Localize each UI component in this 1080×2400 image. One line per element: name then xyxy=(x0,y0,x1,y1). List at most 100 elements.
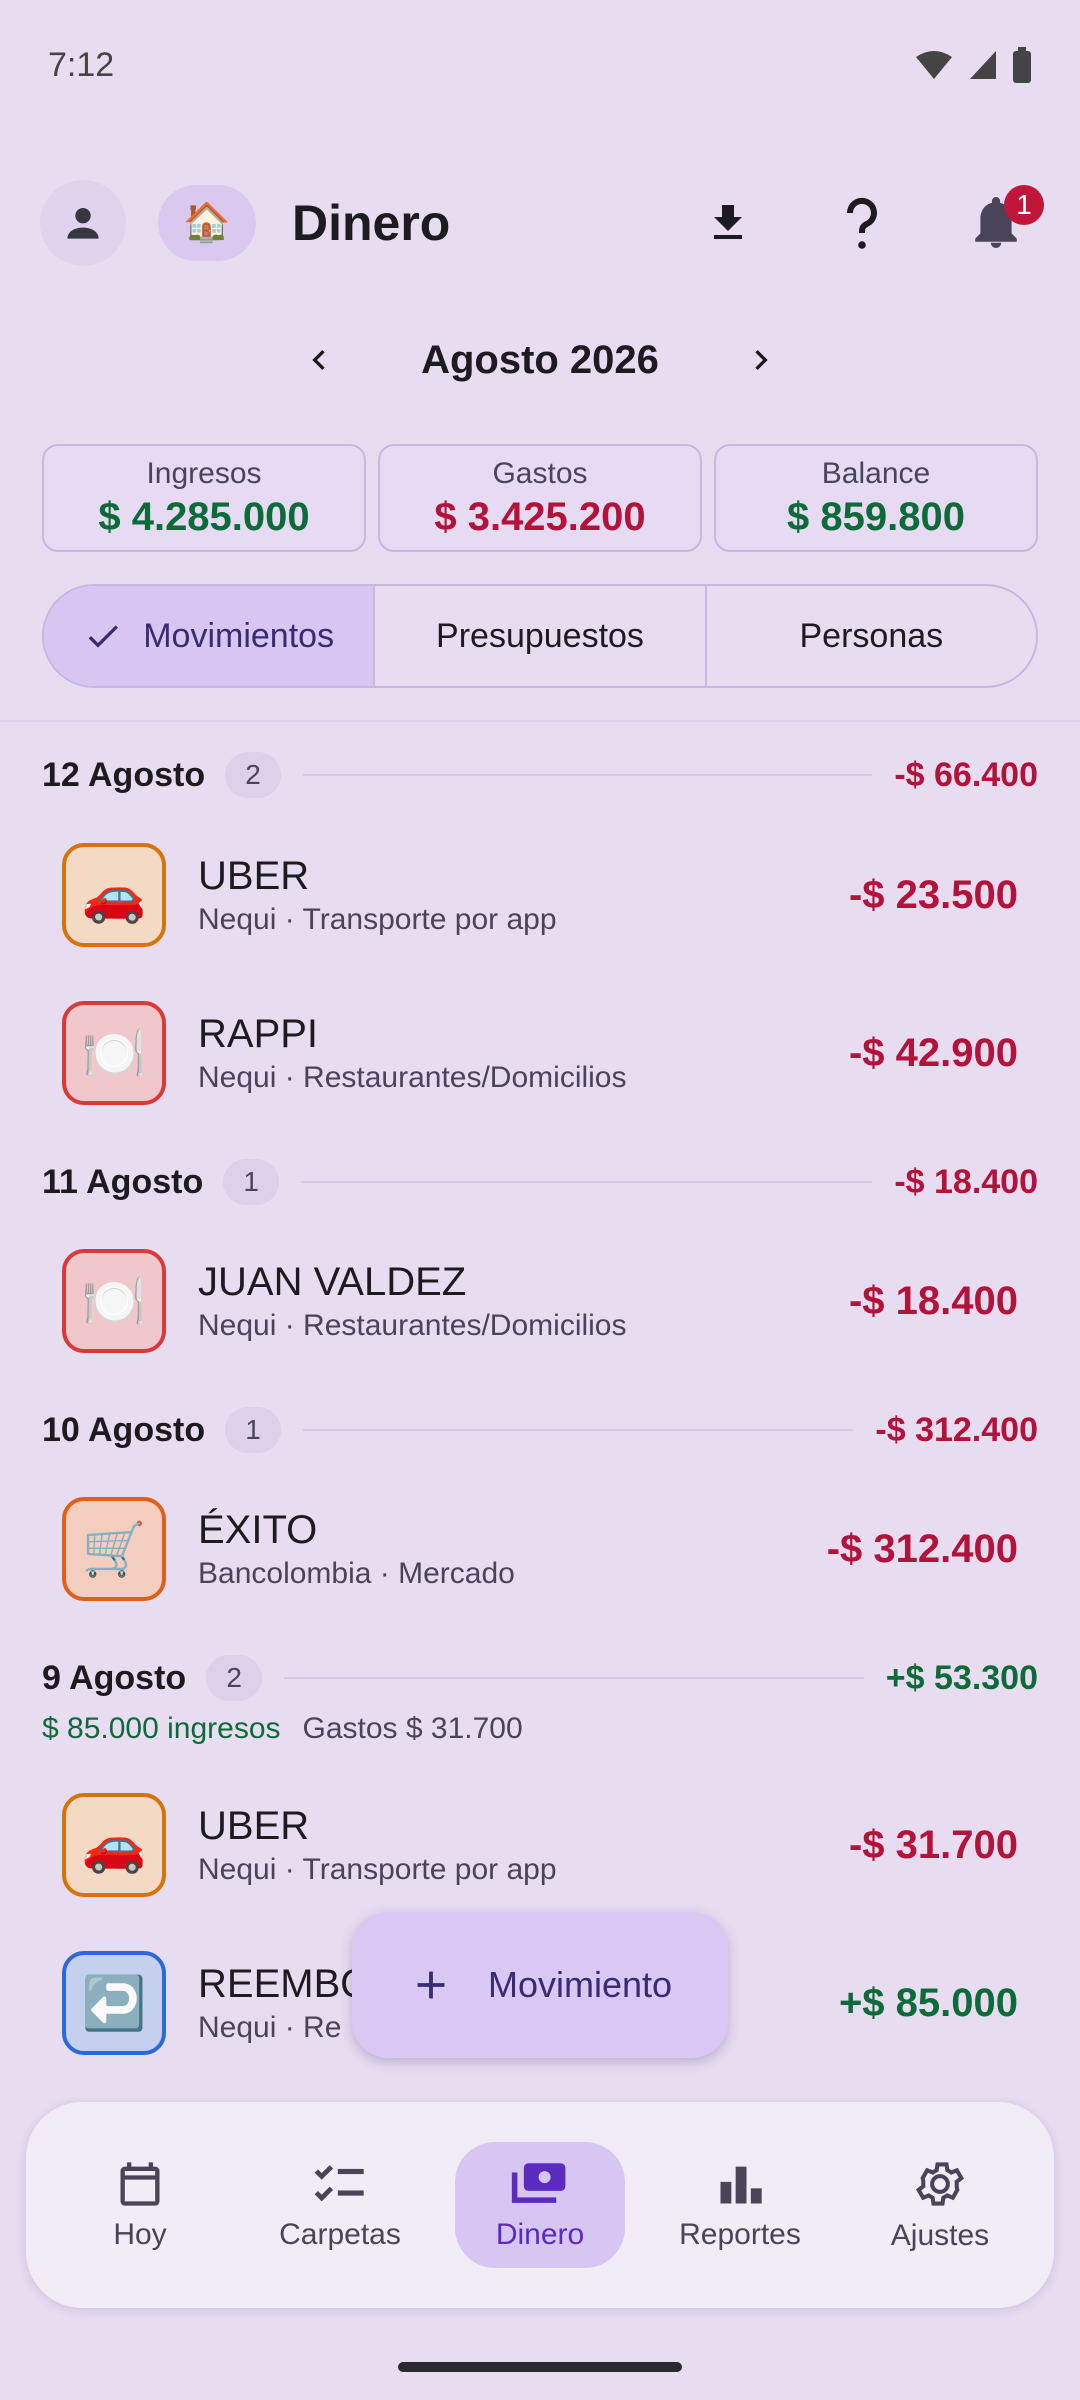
day-expense-text: Gastos $ 31.700 xyxy=(302,1712,523,1745)
tab-movimientos[interactable]: Movimientos xyxy=(44,586,376,686)
tab-label: Movimientos xyxy=(143,616,335,655)
transaction-text: ÉXITO Bancolombia · Mercado xyxy=(198,1508,515,1591)
transaction-row[interactable]: 🛒 ÉXITO Bancolombia · Mercado -$ 312.400 xyxy=(62,1497,1018,1601)
next-month-button[interactable] xyxy=(731,330,791,390)
transaction-subtitle: Bancolombia · Mercado xyxy=(198,1556,515,1590)
notifications-button[interactable]: 1 xyxy=(966,184,1044,253)
status-time: 7:12 xyxy=(48,45,115,84)
income-summary-card[interactable]: Ingresos $ 4.285.000 xyxy=(42,444,366,552)
previous-month-button[interactable] xyxy=(289,330,349,390)
day-divider xyxy=(303,774,873,776)
expenses-label: Gastos xyxy=(492,456,588,490)
nav-ajustes[interactable]: Ajustes xyxy=(855,2142,1025,2268)
day-header-11-agosto: 11 Agosto 1 -$ 18.400 xyxy=(42,1147,1038,1217)
transaction-name: JUAN VALDEZ xyxy=(198,1259,467,1304)
home-chip-button[interactable]: 🏠 xyxy=(158,184,256,261)
tab-presupuestos[interactable]: Presupuestos xyxy=(375,586,707,686)
day-divider xyxy=(284,1677,864,1679)
nav-label: Hoy xyxy=(113,2218,167,2251)
nav-label: Dinero xyxy=(495,2218,585,2251)
transaction-amount: +$ 85.000 xyxy=(838,1980,1018,2025)
battery-icon xyxy=(1013,47,1031,83)
day-title: 9 Agosto xyxy=(42,1658,187,1697)
checklist-icon xyxy=(314,2165,364,2202)
plus-icon xyxy=(417,1971,445,1999)
nav-hoy[interactable]: Hoy xyxy=(55,2142,225,2268)
transaction-name: ÉXITO xyxy=(198,1507,318,1552)
expenses-value: $ 3.425.200 xyxy=(434,494,646,539)
shopping-cart-icon: 🛒 xyxy=(62,1497,166,1601)
day-income-text: $ 85.000 ingresos xyxy=(42,1712,281,1745)
calendar-icon xyxy=(120,2162,160,2206)
nav-label: Carpetas xyxy=(279,2218,401,2251)
help-icon xyxy=(846,197,877,249)
transaction-text: UBER Nequi · Transporte por app xyxy=(198,854,557,937)
transaction-subtitle: Nequi · Restaurantes/Domicilios xyxy=(198,1060,627,1094)
notification-badge: 1 xyxy=(1004,184,1044,225)
day-total: -$ 66.400 xyxy=(894,755,1038,794)
day-divider xyxy=(303,1429,854,1431)
transaction-text: JUAN VALDEZ Nequi · Restaurantes/Domicil… xyxy=(198,1260,627,1343)
car-icon: 🚗 xyxy=(62,1793,166,1897)
transaction-amount: -$ 42.900 xyxy=(848,1030,1018,1075)
expenses-summary-card[interactable]: Gastos $ 3.425.200 xyxy=(378,444,702,552)
app-header: 🏠 Dinero 1 xyxy=(0,160,1080,285)
divider xyxy=(0,720,1080,722)
return-arrow-icon: ↩️ xyxy=(62,1951,166,2055)
status-icons xyxy=(914,47,1032,83)
transaction-row[interactable]: 🍽️ JUAN VALDEZ Nequi · Restaurantes/Domi… xyxy=(62,1249,1018,1353)
gear-icon xyxy=(915,2162,965,2206)
transaction-amount: -$ 18.400 xyxy=(848,1278,1018,1323)
nav-carpetas[interactable]: Carpetas xyxy=(255,2142,425,2268)
day-count-badge: 2 xyxy=(225,752,282,798)
day-title: 11 Agosto xyxy=(42,1162,204,1201)
download-icon xyxy=(714,204,742,239)
bottom-navigation: Hoy Carpetas Dinero Reportes Ajustes xyxy=(26,2102,1054,2308)
transaction-text: UBER Nequi · Transporte por app xyxy=(198,1804,557,1887)
status-bar: 7:12 xyxy=(0,0,1080,130)
plate-cutlery-icon: 🍽️ xyxy=(62,1001,166,1105)
transaction-name: UBER xyxy=(198,1803,310,1848)
tab-label: Personas xyxy=(799,616,944,655)
nav-label: Ajustes xyxy=(890,2219,990,2252)
house-icon: 🏠 xyxy=(183,201,231,244)
day-header-9-agosto: 9 Agosto 2 +$ 53.300 xyxy=(42,1643,1038,1713)
transaction-row[interactable]: 🍽️ RAPPI Nequi · Restaurantes/Domicilios… xyxy=(62,1001,1018,1105)
transaction-subtitle: Nequi · Transporte por app xyxy=(198,1852,557,1886)
transaction-subtitle: Nequi · Restaurantes/Domicilios xyxy=(198,1308,627,1342)
view-tabs: Movimientos Presupuestos Personas xyxy=(42,584,1038,688)
check-icon xyxy=(88,625,119,648)
day-divider xyxy=(301,1181,873,1183)
day-total: -$ 18.400 xyxy=(894,1162,1038,1201)
nav-dinero[interactable]: Dinero xyxy=(455,2142,625,2268)
tab-personas[interactable]: Personas xyxy=(707,586,1036,686)
header-actions: 1 xyxy=(698,184,1044,253)
profile-avatar-button[interactable] xyxy=(40,179,126,266)
balance-label: Balance xyxy=(821,456,931,490)
page-title: Dinero xyxy=(292,194,451,251)
transaction-row[interactable]: 🚗 UBER Nequi · Transporte por app -$ 23.… xyxy=(62,843,1018,947)
download-button[interactable] xyxy=(698,193,758,253)
help-button[interactable] xyxy=(832,193,892,253)
day-header-10-agosto: 10 Agosto 1 -$ 312.400 xyxy=(42,1395,1038,1465)
income-label: Ingresos xyxy=(146,456,262,490)
transaction-amount: -$ 23.500 xyxy=(848,872,1018,917)
month-label: Agosto 2026 xyxy=(421,337,659,382)
day-header-12-agosto: 12 Agosto 2 -$ 66.400 xyxy=(42,740,1038,810)
transaction-amount: -$ 31.700 xyxy=(848,1822,1018,1867)
bar-chart-icon xyxy=(720,2166,762,2204)
car-icon: 🚗 xyxy=(62,843,166,947)
month-navigation: Agosto 2026 xyxy=(0,320,1080,400)
nav-reportes[interactable]: Reportes xyxy=(655,2142,825,2268)
transaction-row[interactable]: 🚗 UBER Nequi · Transporte por app -$ 31.… xyxy=(62,1793,1018,1897)
chevron-right-icon xyxy=(755,350,768,370)
tab-label: Presupuestos xyxy=(436,616,644,655)
day-total: -$ 312.400 xyxy=(875,1410,1038,1449)
balance-summary-card[interactable]: Balance $ 859.800 xyxy=(714,444,1038,552)
day-title: 10 Agosto xyxy=(42,1410,206,1449)
transaction-amount: -$ 312.400 xyxy=(826,1526,1018,1571)
home-indicator[interactable] xyxy=(398,2362,682,2372)
add-movement-button[interactable]: Movimiento xyxy=(352,1912,728,2058)
nav-label: Reportes xyxy=(679,2218,801,2251)
plate-cutlery-icon: 🍽️ xyxy=(62,1249,166,1353)
